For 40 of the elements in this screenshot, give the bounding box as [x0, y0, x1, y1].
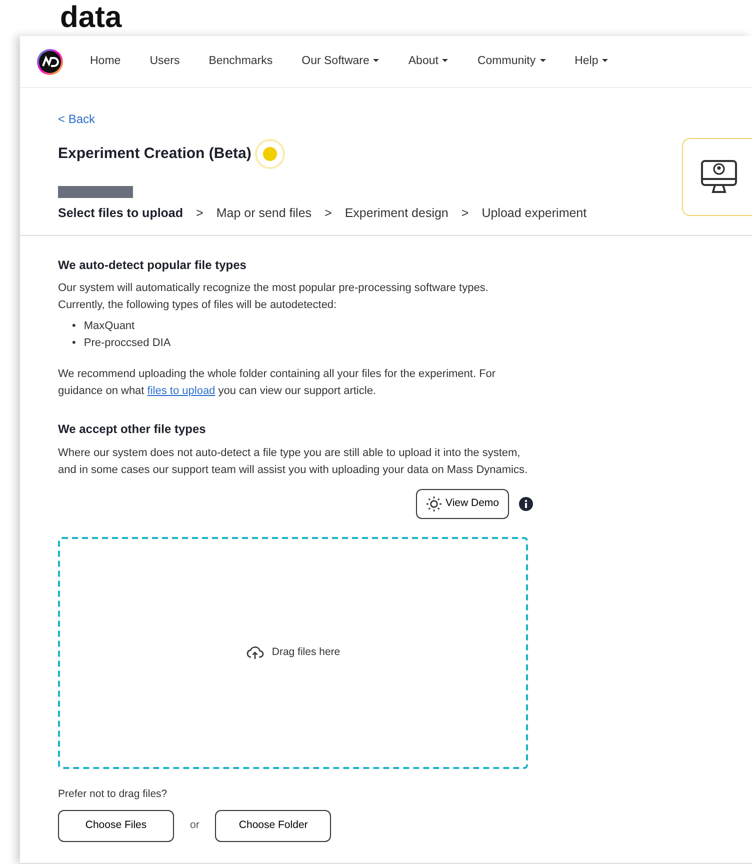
prompt-text: Prefer not to drag files?: [58, 786, 168, 802]
nav-link[interactable]: Benchmarks: [208, 52, 273, 70]
step-label[interactable]: Map or send files: [216, 204, 312, 223]
step-separator: >: [461, 205, 469, 222]
nav-link[interactable]: Users: [150, 52, 180, 70]
nav-link[interactable]: Home: [90, 52, 121, 70]
sun-icon: [426, 496, 442, 512]
bullet-marker: •: [72, 319, 76, 334]
paragraph: Our system will automatically recognize the most popular pre-processing software types. Currently, the following types of files will be autodetected:: [58, 281, 490, 314]
paragraph: We recommend uploading the whole folder containing all your files for the experiment. For guidance on what files to upload you can view our support article.: [58, 367, 497, 400]
or-text: or: [190, 818, 200, 834]
status-dot-icon: [255, 139, 286, 169]
page-heading: data: [60, 2, 122, 34]
cloud-upload-icon: [246, 646, 264, 660]
support-link[interactable]: files to upload: [147, 385, 216, 398]
nav-dropdown[interactable]: Our Software: [302, 52, 380, 70]
bullet-marker: •: [72, 336, 76, 352]
step-label[interactable]: Experiment design: [344, 204, 448, 223]
info-icon[interactable]: [519, 496, 533, 511]
section-heading: We auto-detect popular file types: [58, 258, 248, 272]
nav-dropdown[interactable]: Help: [574, 52, 608, 70]
page-title: Experiment Creation (Beta): [58, 145, 252, 163]
view-demo-button[interactable]: View Demo: [416, 488, 509, 519]
logo-icon[interactable]: [37, 48, 63, 74]
choose-files-button[interactable]: Choose Files: [58, 810, 174, 842]
drop-zone[interactable]: Drag files here: [58, 536, 528, 769]
paragraph: Where our system does not auto-detect a file type you are still able to upload it into the system, and in some cases our support team will assist you with uploading your data on Mass Dynamics.: [58, 446, 528, 478]
back-link[interactable]: < Back: [58, 110, 96, 128]
step-label[interactable]: Upload experiment: [482, 204, 587, 223]
step-separator: >: [196, 205, 204, 222]
choose-folder-button[interactable]: Choose Folder: [215, 810, 332, 842]
drop-zone-label: Drag files here: [272, 644, 340, 660]
step-separator: >: [324, 205, 332, 222]
nav-dropdown[interactable]: Community: [477, 52, 546, 70]
list-item: MaxQuant: [84, 319, 135, 334]
list-item: Pre-proccsed DIA: [84, 336, 171, 352]
section-heading: We accept other file types: [58, 422, 207, 437]
step-label[interactable]: Select files to upload: [58, 204, 184, 223]
nav-dropdown[interactable]: About: [408, 52, 448, 70]
monitor-card[interactable]: [682, 138, 752, 216]
